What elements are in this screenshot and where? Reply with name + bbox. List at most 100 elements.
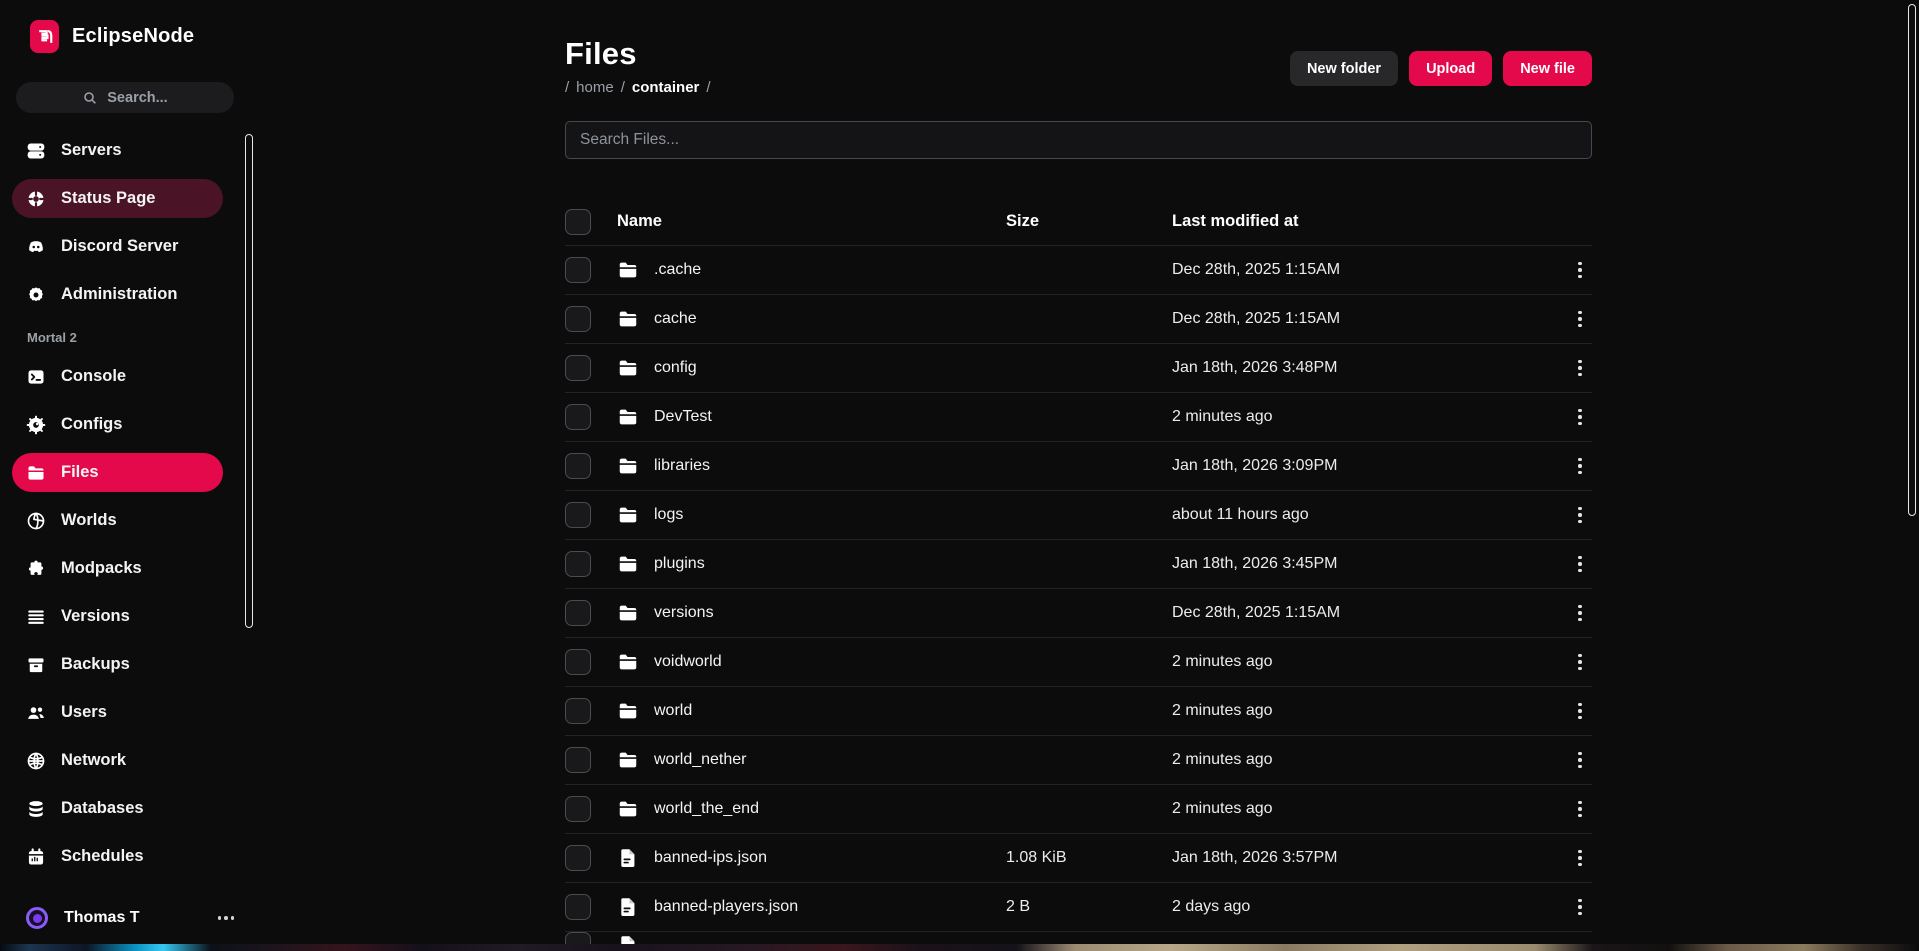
user-menu-ellipsis-icon[interactable] [216, 912, 237, 924]
sidebar-item-administration[interactable]: Administration [12, 275, 223, 314]
discord-icon [25, 236, 46, 257]
row-checkbox[interactable] [565, 796, 591, 822]
upload-button[interactable]: Upload [1409, 51, 1492, 86]
sidebar-item-modpacks[interactable]: Modpacks [12, 549, 223, 588]
table-row[interactable]: pluginsJan 18th, 2026 3:45PM [565, 540, 1592, 589]
breadcrumb-segment[interactable]: home [576, 79, 614, 96]
file-name-cell[interactable]: world_nether [617, 749, 1006, 771]
row-checkbox[interactable] [565, 257, 591, 283]
sidebar-item-label: Configs [61, 415, 122, 434]
table-row[interactable]: cacheDec 28th, 2025 1:15AM [565, 295, 1592, 344]
sidebar-search[interactable]: Search... [16, 82, 234, 113]
sidebar-item-worlds[interactable]: Worlds [12, 501, 223, 540]
sidebar-scrollbar[interactable] [245, 134, 253, 628]
row-actions-kebab-icon[interactable] [1568, 307, 1592, 332]
table-row[interactable]: logsabout 11 hours ago [565, 491, 1592, 540]
row-actions-kebab-icon[interactable] [1568, 503, 1592, 528]
sidebar-item-users[interactable]: Users [12, 693, 223, 732]
eclipsenode-logo-icon [30, 20, 59, 53]
table-row[interactable]: world_the_end2 minutes ago [565, 785, 1592, 834]
row-actions-kebab-icon[interactable] [1568, 748, 1592, 773]
file-name-cell[interactable]: .cache [617, 259, 1006, 281]
table-row[interactable]: configJan 18th, 2026 3:48PM [565, 344, 1592, 393]
sidebar-item-backups[interactable]: Backups [12, 645, 223, 684]
new-file-button[interactable]: New file [1503, 51, 1592, 86]
sidebar-item-servers[interactable]: Servers [12, 131, 223, 170]
sidebar-item-status-page[interactable]: Status Page [12, 179, 223, 218]
table-row[interactable]: banned-players.json2 B2 days ago [565, 883, 1592, 932]
file-name-cell[interactable]: world_the_end [617, 798, 1006, 820]
file-name-cell[interactable]: libraries [617, 455, 1006, 477]
file-name-cell[interactable]: world [617, 700, 1006, 722]
sidebar-item-schedules[interactable]: Schedules [12, 837, 223, 876]
file-icon [617, 896, 639, 918]
row-checkbox[interactable] [565, 551, 591, 577]
row-actions-kebab-icon[interactable] [1568, 650, 1592, 675]
row-actions-kebab-icon[interactable] [1568, 797, 1592, 822]
row-checkbox[interactable] [565, 502, 591, 528]
sidebar-item-databases[interactable]: Databases [12, 789, 223, 828]
row-actions-kebab-icon[interactable] [1568, 552, 1592, 577]
sidebar-search-placeholder: Search... [107, 90, 167, 106]
sidebar-item-console[interactable]: Console [12, 357, 223, 396]
breadcrumb-segment[interactable]: container [632, 79, 700, 96]
row-checkbox[interactable] [565, 404, 591, 430]
table-row[interactable]: .cacheDec 28th, 2025 1:15AM [565, 246, 1592, 295]
file-name-cell[interactable]: plugins [617, 553, 1006, 575]
search-files-input[interactable] [565, 121, 1592, 159]
table-row[interactable]: voidworld2 minutes ago [565, 638, 1592, 687]
select-all-checkbox[interactable] [565, 209, 591, 235]
sidebar-item-versions[interactable]: Versions [12, 597, 223, 636]
row-checkbox[interactable] [565, 453, 591, 479]
row-checkbox[interactable] [565, 306, 591, 332]
table-row[interactable]: versions Dec 28th, 2025 1:15AM [565, 589, 1592, 638]
user-row[interactable]: Thomas T [26, 907, 236, 929]
table-row[interactable]: world_nether2 minutes ago [565, 736, 1592, 785]
row-checkbox[interactable] [565, 747, 591, 773]
file-name: voidworld [654, 653, 722, 671]
sidebar-item-label: Modpacks [61, 559, 142, 578]
file-name-cell[interactable]: banned-players.json [617, 896, 1006, 918]
sidebar-item-configs[interactable]: Configs [12, 405, 223, 444]
table-row[interactable]: banned-ips.json1.08 KiBJan 18th, 2026 3:… [565, 834, 1592, 883]
row-actions-kebab-icon[interactable] [1568, 601, 1592, 626]
file-name-cell[interactable]: cache [617, 308, 1006, 330]
file-name-cell[interactable]: DevTest [617, 406, 1006, 428]
row-actions-kebab-icon[interactable] [1568, 405, 1592, 430]
file-name-cell[interactable]: voidworld [617, 651, 1006, 673]
file-name-cell[interactable]: logs [617, 504, 1006, 526]
folder-icon [617, 700, 639, 722]
row-actions-kebab-icon[interactable] [1568, 454, 1592, 479]
user-name: Thomas T [64, 909, 140, 927]
file-name-cell[interactable]: versions [617, 602, 1006, 624]
row-actions-kebab-icon[interactable] [1568, 258, 1592, 283]
row-actions-kebab-icon[interactable] [1568, 356, 1592, 381]
new-folder-button[interactable]: New folder [1290, 51, 1398, 86]
file-name: .cache [654, 261, 701, 279]
row-checkbox[interactable] [565, 894, 591, 920]
row-actions-kebab-icon[interactable] [1568, 895, 1592, 920]
row-checkbox[interactable] [565, 649, 591, 675]
row-actions-kebab-icon[interactable] [1568, 699, 1592, 724]
row-checkbox[interactable] [565, 355, 591, 381]
file-modified: Dec 28th, 2025 1:15AM [1172, 604, 1568, 622]
page-scrollbar[interactable] [1908, 4, 1916, 516]
file-modified: Jan 18th, 2026 3:57PM [1172, 849, 1568, 867]
file-name-cell[interactable]: banned-ips.json [617, 847, 1006, 869]
sidebar-item-label: Users [61, 703, 107, 722]
sidebar-item-files[interactable]: Files [12, 453, 223, 492]
row-checkbox[interactable] [565, 845, 591, 871]
table-row[interactable]: librariesJan 18th, 2026 3:09PM [565, 442, 1592, 491]
table-row[interactable]: world2 minutes ago [565, 687, 1592, 736]
sidebar-item-network[interactable]: Network [12, 741, 223, 780]
row-checkbox[interactable] [565, 698, 591, 724]
sidebar-item-discord-server[interactable]: Discord Server [12, 227, 223, 266]
row-checkbox[interactable] [565, 600, 591, 626]
breadcrumb-segment: / [565, 79, 569, 96]
table-row[interactable]: DevTest2 minutes ago [565, 393, 1592, 442]
file-name-cell[interactable]: config [617, 357, 1006, 379]
brand[interactable]: EclipseNode [30, 20, 194, 53]
files-icon [25, 462, 46, 483]
row-actions-kebab-icon[interactable] [1568, 846, 1592, 871]
file-name: world_the_end [654, 800, 759, 818]
